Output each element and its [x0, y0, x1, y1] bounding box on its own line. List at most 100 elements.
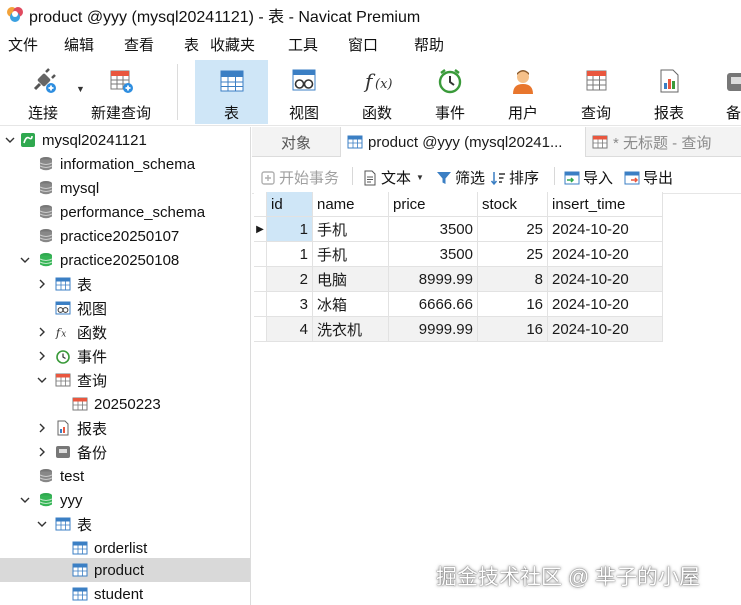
- import-button[interactable]: 导入: [564, 167, 613, 188]
- cell-price[interactable]: 3500: [389, 217, 478, 242]
- tree-group-views[interactable]: 视图: [0, 296, 250, 320]
- column-header-name[interactable]: name: [313, 192, 389, 217]
- cell-insert-time[interactable]: 2024-10-20: [548, 317, 663, 342]
- menu-help[interactable]: 帮助: [414, 34, 444, 55]
- menu-file[interactable]: 文件: [8, 34, 38, 55]
- connect-dropdown-icon[interactable]: ▼: [76, 84, 85, 94]
- menu-edit[interactable]: 编辑: [64, 34, 94, 55]
- menu-view[interactable]: 查看: [124, 34, 154, 55]
- cell-id[interactable]: 4: [267, 317, 313, 342]
- cell-price[interactable]: 9999.99: [389, 317, 478, 342]
- menu-table[interactable]: 表: [184, 34, 199, 55]
- tree-group-events[interactable]: 事件: [0, 344, 250, 368]
- tree-db-practice20250107[interactable]: practice20250107: [0, 224, 250, 248]
- cell-insert-time[interactable]: 2024-10-20: [548, 242, 663, 267]
- chevron-down-icon[interactable]: [36, 374, 48, 386]
- sort-button[interactable]: 排序: [490, 167, 539, 188]
- view-button[interactable]: 视图: [272, 60, 336, 124]
- chevron-down-icon[interactable]: [19, 254, 31, 266]
- chevron-right-icon[interactable]: [36, 326, 48, 338]
- table-button[interactable]: 表: [195, 60, 268, 124]
- tab-product[interactable]: product @yyy (mysql20241...: [340, 127, 586, 157]
- menu-tools[interactable]: 工具: [288, 34, 318, 55]
- cell-insert-time[interactable]: 2024-10-20: [548, 217, 663, 242]
- cell-id[interactable]: 1: [267, 217, 313, 242]
- cell-stock[interactable]: 25: [478, 217, 548, 242]
- cell-name[interactable]: 手机: [313, 242, 389, 267]
- cell-id[interactable]: 1: [267, 242, 313, 267]
- row-indicator[interactable]: [254, 242, 267, 267]
- tree-table-student[interactable]: student: [0, 582, 250, 605]
- tree-connection-mysql20241121[interactable]: mysql20241121: [0, 128, 250, 152]
- tree-group-reports[interactable]: 报表: [0, 416, 250, 440]
- cell-insert-time[interactable]: 2024-10-20: [548, 267, 663, 292]
- cell-price[interactable]: 6666.66: [389, 292, 478, 317]
- begin-transaction-button[interactable]: 开始事务: [260, 167, 339, 188]
- query-button[interactable]: 查询: [564, 60, 628, 124]
- cell-name[interactable]: 冰箱: [313, 292, 389, 317]
- filter-button[interactable]: 筛选: [436, 167, 485, 188]
- cell-price[interactable]: 3500: [389, 242, 478, 267]
- cell-name[interactable]: 洗衣机: [313, 317, 389, 342]
- menu-favorites[interactable]: 收藏夹: [210, 34, 255, 55]
- column-header-stock[interactable]: stock: [478, 192, 548, 217]
- backup-button[interactable]: 备: [710, 60, 741, 124]
- chevron-down-icon[interactable]: [36, 518, 48, 530]
- report-icon: [654, 66, 684, 96]
- chevron-down-icon[interactable]: ▼: [416, 173, 424, 182]
- cell-stock[interactable]: 8: [478, 267, 548, 292]
- menu-window[interactable]: 窗口: [348, 34, 378, 55]
- cell-stock[interactable]: 16: [478, 292, 548, 317]
- tree-group-backups[interactable]: 备份: [0, 440, 250, 464]
- row-indicator-header: [254, 192, 267, 217]
- clock-icon: [55, 348, 71, 364]
- chevron-right-icon[interactable]: [36, 278, 48, 290]
- chevron-right-icon[interactable]: [36, 350, 48, 362]
- export-button[interactable]: 导出: [624, 167, 673, 188]
- cell-price[interactable]: 8999.99: [389, 267, 478, 292]
- cell-insert-time[interactable]: 2024-10-20: [548, 292, 663, 317]
- filter-icon: [436, 170, 452, 186]
- tree-group-yyy-tables[interactable]: 表: [0, 512, 250, 536]
- report-icon: [55, 420, 71, 436]
- row-indicator[interactable]: [254, 317, 267, 342]
- column-header-id[interactable]: id: [267, 192, 313, 217]
- cell-id[interactable]: 2: [267, 267, 313, 292]
- tree-group-queries[interactable]: 查询: [0, 368, 250, 392]
- tab-untitled-query[interactable]: * 无标题 - 查询: [588, 127, 741, 157]
- tree-group-tables[interactable]: 表: [0, 272, 250, 296]
- new-query-button[interactable]: 新建查询: [88, 60, 154, 124]
- tree-db-yyy[interactable]: yyy: [0, 488, 250, 512]
- event-button[interactable]: 事件: [418, 60, 482, 124]
- tree-db-information-schema[interactable]: information_schema: [0, 152, 250, 176]
- row-indicator[interactable]: [254, 267, 267, 292]
- tree-db-test[interactable]: test: [0, 464, 250, 488]
- tree-query-20250223[interactable]: 20250223: [0, 392, 250, 416]
- chevron-down-icon[interactable]: [19, 494, 31, 506]
- column-header-insert-time[interactable]: insert_time: [548, 192, 663, 217]
- tree-table-product[interactable]: product: [0, 558, 250, 582]
- report-button[interactable]: 报表: [637, 60, 701, 124]
- cell-stock[interactable]: 25: [478, 242, 548, 267]
- column-header-price[interactable]: price: [389, 192, 478, 217]
- chevron-right-icon[interactable]: [36, 422, 48, 434]
- tree-db-performance-schema[interactable]: performance_schema: [0, 200, 250, 224]
- text-view-button[interactable]: 文本 ▼: [362, 167, 424, 188]
- row-indicator[interactable]: [254, 292, 267, 317]
- cell-name[interactable]: 手机: [313, 217, 389, 242]
- cell-id[interactable]: 3: [267, 292, 313, 317]
- event-label: 事件: [434, 105, 465, 122]
- tree-group-functions[interactable]: fx 函数: [0, 320, 250, 344]
- function-button[interactable]: f (x) 函数: [345, 60, 409, 124]
- cell-name[interactable]: 电脑: [313, 267, 389, 292]
- connect-button[interactable]: 连接: [14, 60, 72, 124]
- tree-db-practice20250108[interactable]: practice20250108: [0, 248, 250, 272]
- chevron-down-icon[interactable]: [4, 134, 16, 146]
- current-row-arrow-icon[interactable]: ▶: [254, 217, 267, 242]
- tree-db-mysql[interactable]: mysql: [0, 176, 250, 200]
- tab-objects[interactable]: 对象: [252, 127, 340, 157]
- user-button[interactable]: 用户: [491, 60, 555, 124]
- cell-stock[interactable]: 16: [478, 317, 548, 342]
- chevron-right-icon[interactable]: [36, 446, 48, 458]
- tree-table-orderlist[interactable]: orderlist: [0, 536, 250, 560]
